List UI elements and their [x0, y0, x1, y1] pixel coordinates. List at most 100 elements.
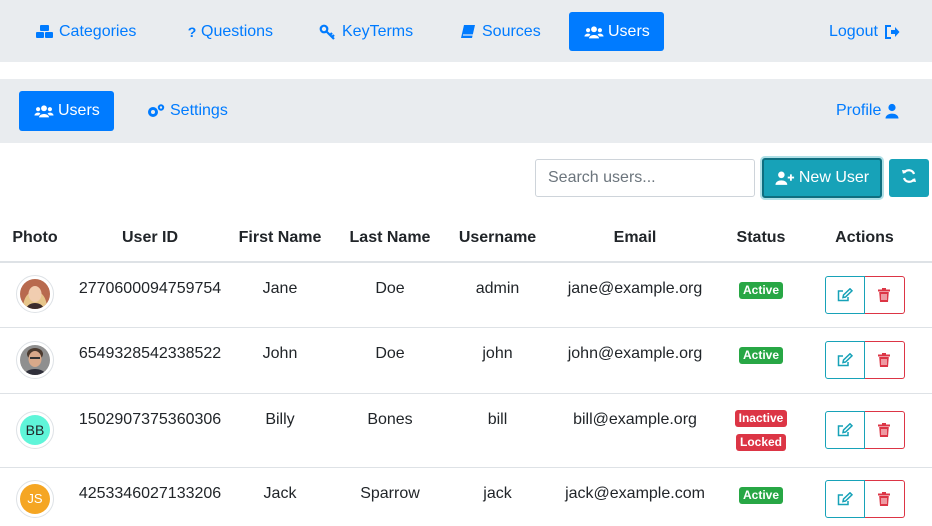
- search-input[interactable]: [535, 159, 755, 197]
- nav-categories-label: Categories: [59, 22, 137, 40]
- user-icon: [885, 103, 899, 119]
- nav-questions-label: Questions: [201, 22, 274, 40]
- cell-last-name: Sparrow: [330, 466, 450, 525]
- avatar: [16, 275, 54, 314]
- new-user-label: New User: [798, 169, 870, 186]
- sub-navbar: Users Settings Profile: [0, 79, 932, 143]
- status-badge: Active: [738, 282, 784, 299]
- edit-button[interactable]: [824, 411, 865, 449]
- status-badge: Inactive: [734, 410, 788, 427]
- row-actions: [824, 275, 905, 314]
- subnav-users-label: Users: [58, 102, 100, 119]
- subnav-settings-label: Settings: [170, 102, 228, 119]
- nav-sources-label: Sources: [482, 22, 541, 40]
- question-icon: ?: [187, 24, 197, 40]
- users-icon: [584, 24, 604, 40]
- avatar-initials: BB: [20, 415, 50, 445]
- nav-sources[interactable]: Sources: [443, 12, 556, 51]
- trash-icon: [878, 287, 890, 302]
- nav-users[interactable]: Users: [569, 12, 664, 51]
- nav-categories[interactable]: Categories: [20, 12, 151, 51]
- cell-user-id: 1502907375360306: [70, 392, 230, 467]
- header-first-name: First Name: [230, 214, 330, 263]
- status-badge: Active: [738, 486, 784, 504]
- key-icon: [318, 24, 338, 40]
- table-row: 6549328542338522 John Doe john john@exam…: [0, 326, 932, 393]
- edit-button[interactable]: [824, 479, 865, 518]
- cell-user-id: 2770600094759754: [70, 261, 230, 327]
- cell-email: jane@example.org: [545, 261, 725, 327]
- status-badge: Locked: [735, 434, 786, 451]
- avatar: [16, 340, 54, 379]
- edit-icon: [837, 491, 853, 505]
- nav-logout-label: Logout: [829, 22, 878, 40]
- header-user-id: User ID: [70, 214, 230, 263]
- cell-username: bill: [450, 392, 545, 467]
- cubes-icon: [35, 24, 55, 40]
- nav-keyterms-label: KeyTerms: [342, 22, 414, 40]
- cell-username: john: [450, 326, 545, 393]
- svg-text:?: ?: [188, 24, 197, 40]
- edit-icon: [837, 353, 853, 367]
- new-user-button[interactable]: New User: [762, 158, 882, 198]
- cell-last-name: Bones: [330, 392, 450, 467]
- refresh-icon: [901, 168, 917, 189]
- status-badge: Active: [738, 346, 784, 364]
- top-navbar: Categories ? Questions KeyTerms Sources …: [0, 0, 932, 62]
- edit-icon: [837, 287, 853, 301]
- delete-button[interactable]: [864, 341, 905, 379]
- table-row: 2770600094759754 Jane Doe admin jane@exa…: [0, 261, 932, 327]
- cell-email: jack@example.com: [545, 466, 725, 525]
- header-username: Username: [450, 214, 545, 263]
- subnav-settings[interactable]: Settings: [131, 91, 243, 131]
- nav-logout[interactable]: Logout: [814, 12, 917, 51]
- cell-first-name: Jack: [230, 466, 330, 525]
- user-photo: [20, 279, 50, 310]
- cell-username: jack: [450, 466, 545, 525]
- subnav-profile[interactable]: Profile: [821, 91, 914, 131]
- cell-first-name: Billy: [230, 392, 330, 467]
- header-actions: Actions: [797, 214, 932, 263]
- row-actions: [824, 479, 905, 518]
- subnav-profile-label: Profile: [836, 102, 882, 119]
- header-status: Status: [725, 214, 797, 263]
- table-row: BB 1502907375360306 Billy Bones bill bil…: [0, 392, 932, 467]
- edit-icon: [837, 423, 853, 437]
- table-header-row: Photo User ID First Name Last Name Usern…: [0, 214, 932, 263]
- cogs-icon: [146, 103, 166, 119]
- edit-button[interactable]: [824, 341, 865, 379]
- book-icon: [458, 24, 478, 40]
- cell-email: john@example.org: [545, 326, 725, 393]
- header-email: Email: [545, 214, 725, 263]
- cell-last-name: Doe: [330, 326, 450, 393]
- trash-icon: [878, 423, 890, 437]
- cell-first-name: Jane: [230, 261, 330, 327]
- users-icon: [34, 103, 54, 119]
- delete-button[interactable]: [864, 479, 905, 518]
- subnav-users[interactable]: Users: [19, 91, 114, 131]
- user-photo: [20, 344, 50, 375]
- avatar: JS: [16, 479, 54, 518]
- nav-users-label: Users: [608, 22, 650, 40]
- avatar: BB: [16, 411, 54, 449]
- users-table: Photo User ID First Name Last Name Usern…: [0, 214, 932, 525]
- edit-button[interactable]: [824, 275, 865, 314]
- row-actions: [824, 341, 905, 379]
- cell-user-id: 4253346027133206: [70, 466, 230, 525]
- cell-username: admin: [450, 261, 545, 327]
- avatar-initials: JS: [20, 483, 50, 514]
- header-last-name: Last Name: [330, 214, 450, 263]
- table-row: JS 4253346027133206 Jack Sparrow jack ja…: [0, 466, 932, 525]
- cell-user-id: 6549328542338522: [70, 326, 230, 393]
- row-actions: [824, 411, 905, 449]
- trash-icon: [878, 353, 890, 367]
- cell-first-name: John: [230, 326, 330, 393]
- refresh-button[interactable]: [889, 159, 929, 197]
- cell-email: bill@example.org: [545, 392, 725, 467]
- delete-button[interactable]: [864, 275, 905, 314]
- nav-questions[interactable]: ? Questions: [172, 12, 288, 51]
- cell-last-name: Doe: [330, 261, 450, 327]
- trash-icon: [878, 491, 890, 506]
- delete-button[interactable]: [864, 411, 905, 449]
- nav-keyterms[interactable]: KeyTerms: [303, 12, 428, 51]
